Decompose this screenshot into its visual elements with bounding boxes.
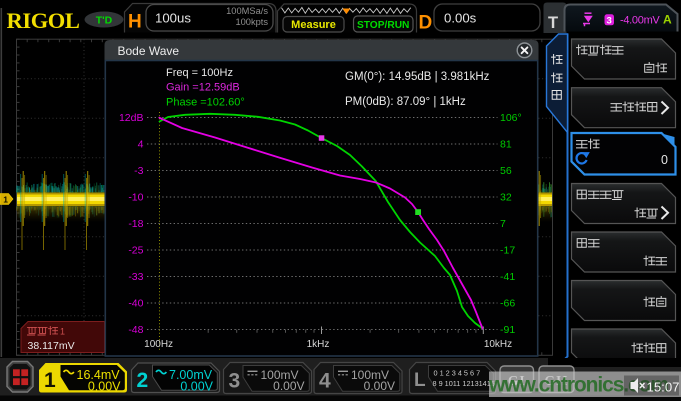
svg-text:4: 4 bbox=[319, 370, 331, 393]
svg-text:1: 1 bbox=[3, 194, 8, 204]
svg-text:4: 4 bbox=[138, 139, 144, 151]
svg-text:-17: -17 bbox=[500, 245, 515, 257]
svg-text:-91: -91 bbox=[500, 324, 515, 336]
svg-text:-40: -40 bbox=[128, 298, 143, 310]
svg-text:T'D: T'D bbox=[96, 14, 113, 26]
svg-text:-25: -25 bbox=[128, 245, 143, 257]
svg-text:-33: -33 bbox=[128, 271, 143, 283]
svg-text:100MSa/s: 100MSa/s bbox=[226, 6, 268, 16]
svg-text:8 9 1011 12131415: 8 9 1011 12131415 bbox=[433, 379, 495, 388]
svg-text:L: L bbox=[414, 370, 426, 391]
svg-text:3: 3 bbox=[229, 370, 241, 393]
svg-text:-18: -18 bbox=[128, 218, 143, 230]
svg-text:100Hz: 100Hz bbox=[144, 339, 173, 350]
svg-text:-3: -3 bbox=[134, 165, 143, 177]
svg-text:PM(0dB): 87.09° | 1kHz: PM(0dB): 87.09° | 1kHz bbox=[345, 96, 466, 108]
svg-text:D: D bbox=[419, 13, 433, 34]
svg-text:0.00V: 0.00V bbox=[273, 379, 304, 393]
svg-text:Phase =102.60°: Phase =102.60° bbox=[166, 97, 245, 109]
svg-text:-66: -66 bbox=[500, 298, 515, 310]
svg-text:1: 1 bbox=[44, 369, 56, 392]
svg-text:81: 81 bbox=[500, 139, 512, 151]
svg-text:2: 2 bbox=[137, 369, 149, 392]
svg-text:T: T bbox=[548, 14, 558, 32]
svg-text:A: A bbox=[663, 13, 672, 27]
svg-text:0: 0 bbox=[661, 153, 668, 167]
svg-text:Measure: Measure bbox=[291, 19, 336, 31]
svg-text:1: 1 bbox=[60, 327, 65, 337]
svg-text:H: H bbox=[128, 12, 142, 33]
svg-text:STOP/RUN: STOP/RUN bbox=[357, 20, 409, 31]
svg-text:-4.00mV: -4.00mV bbox=[620, 15, 660, 27]
svg-text:3: 3 bbox=[607, 15, 612, 26]
svg-text:15:07: 15:07 bbox=[647, 380, 680, 395]
svg-text:100kpts: 100kpts bbox=[235, 17, 268, 27]
svg-text:100us: 100us bbox=[155, 10, 191, 25]
svg-text:38.117mV: 38.117mV bbox=[28, 340, 75, 352]
svg-text:12dB: 12dB bbox=[119, 112, 144, 124]
svg-text:0 1 2 3 4 5 6 7: 0 1 2 3 4 5 6 7 bbox=[434, 368, 481, 377]
svg-text:0.00V: 0.00V bbox=[88, 379, 121, 393]
svg-text:10kHz: 10kHz bbox=[484, 339, 512, 350]
svg-text:7: 7 bbox=[500, 218, 506, 230]
svg-text:GM(0°): 14.95dB | 3.981kHz: GM(0°): 14.95dB | 3.981kHz bbox=[345, 71, 490, 83]
svg-text:106°: 106° bbox=[500, 112, 522, 124]
svg-text:0.00V: 0.00V bbox=[364, 379, 395, 393]
svg-text:0.00V: 0.00V bbox=[180, 379, 213, 393]
svg-text:32: 32 bbox=[500, 192, 512, 204]
svg-text:Gain =12.59dB: Gain =12.59dB bbox=[166, 82, 240, 94]
svg-text:0.00s: 0.00s bbox=[444, 11, 477, 26]
svg-text:1kHz: 1kHz bbox=[307, 339, 330, 350]
svg-text:56: 56 bbox=[500, 165, 512, 177]
svg-text:RIGOL: RIGOL bbox=[7, 8, 80, 33]
svg-text:Freq = 100Hz: Freq = 100Hz bbox=[166, 67, 233, 79]
svg-text:Bode Wave: Bode Wave bbox=[118, 44, 180, 58]
svg-text:-10: -10 bbox=[128, 192, 143, 204]
svg-text:-48: -48 bbox=[128, 324, 143, 336]
svg-text:-41: -41 bbox=[500, 271, 515, 283]
